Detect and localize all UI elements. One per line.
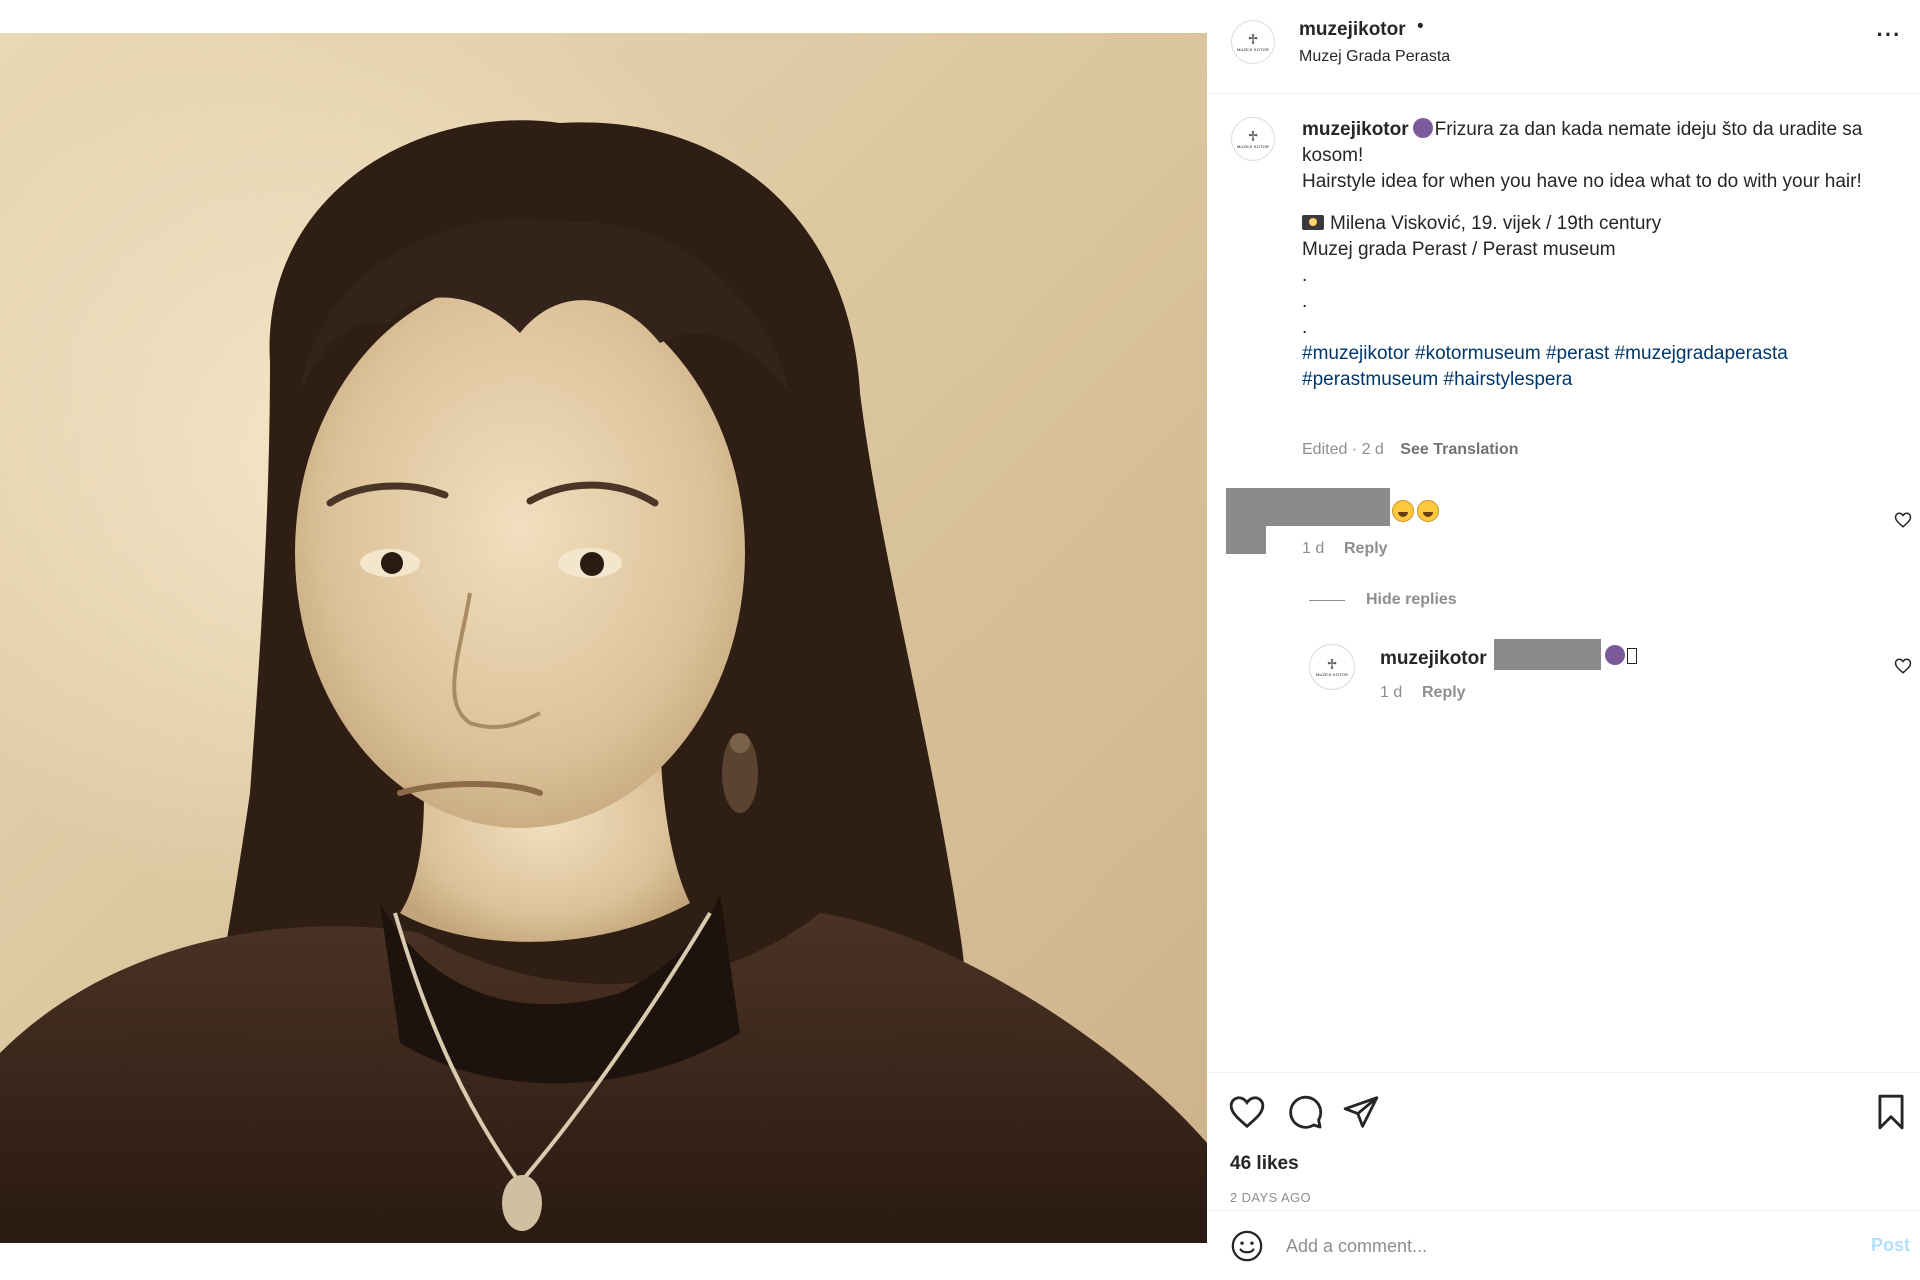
redacted-username	[1226, 488, 1390, 526]
caption-avatar[interactable]: ♱ MUZEJI KOTOR	[1231, 117, 1275, 161]
hashtag-link[interactable]: #perastmuseum	[1302, 369, 1438, 390]
caption-dot: .	[1302, 291, 1308, 312]
museum-logo-icon: ♱	[1247, 31, 1259, 48]
caption-meta: Edited · 2 d See Translation	[1302, 441, 1519, 459]
post-header: ♱ MUZEJI KOTOR muzejikotor • Muzej Grada…	[1208, 0, 1920, 94]
caption-edited-time: Edited · 2 d	[1302, 441, 1384, 458]
reply-reply-button[interactable]: Reply	[1422, 684, 1466, 702]
woman-tipping-hand-icon	[1605, 645, 1625, 665]
caption-line-2: Hairstyle idea for when you have no idea…	[1302, 171, 1862, 192]
hashtag-link[interactable]: #muzejikotor	[1302, 343, 1410, 364]
laughing-emoji-icon	[1417, 500, 1439, 522]
hashtag-link[interactable]: #kotormuseum	[1415, 343, 1541, 364]
comment-emojis	[1392, 500, 1442, 523]
redacted-mention	[1494, 639, 1601, 670]
add-comment-row: Post	[1208, 1210, 1920, 1280]
emoji-smiley-icon[interactable]	[1230, 1229, 1264, 1263]
reply-time: 1 d	[1380, 684, 1403, 701]
caption-line-4: Muzej grada Perast / Perast museum	[1302, 239, 1616, 260]
portrait-illustration	[0, 120, 1207, 1243]
hide-replies-line	[1309, 600, 1345, 601]
like-comment-heart-icon[interactable]	[1894, 511, 1912, 529]
museum-logo-icon: ♱	[1326, 656, 1338, 673]
more-options-button[interactable]: ···	[1872, 24, 1906, 50]
avatar-logo-text: MUZEJI KOTOR	[1315, 671, 1349, 677]
caption-username[interactable]: muzejikotor	[1302, 119, 1409, 140]
see-translation-button[interactable]: See Translation	[1400, 441, 1518, 458]
like-heart-icon[interactable]	[1228, 1093, 1266, 1131]
avatar-logo-text: MUZEJI KOTOR	[1236, 46, 1270, 52]
hashtag-link[interactable]: #perast	[1546, 343, 1609, 364]
post-side-panel: ♱ MUZEJI KOTOR muzejikotor • Muzej Grada…	[1208, 0, 1920, 1280]
reply-username[interactable]: muzejikotor	[1380, 648, 1487, 670]
add-comment-input[interactable]	[1286, 1229, 1806, 1263]
avatar-logo-text: MUZEJI KOTOR	[1236, 143, 1270, 149]
laughing-emoji-icon	[1392, 500, 1414, 522]
location-link[interactable]: Muzej Grada Perasta	[1299, 48, 1450, 66]
caption-dot: .	[1302, 317, 1308, 338]
post-time-ago: 2 DAYS AGO	[1230, 1190, 1312, 1205]
reply-avatar[interactable]: ♱ MUZEJI KOTOR	[1309, 644, 1355, 690]
author-username[interactable]: muzejikotor	[1299, 19, 1406, 41]
hide-replies-button[interactable]: Hide replies	[1366, 591, 1457, 609]
camera-icon	[1302, 215, 1324, 230]
likes-count[interactable]: 46 likes	[1230, 1153, 1299, 1175]
comment-reply-button[interactable]: Reply	[1344, 540, 1388, 558]
hashtag-link[interactable]: #hairstylespera	[1444, 369, 1573, 390]
share-paper-plane-icon[interactable]	[1342, 1093, 1380, 1131]
hashtag-link[interactable]: #muzejgradaperasta	[1615, 343, 1788, 364]
comment: 1 d Reply	[1208, 486, 1920, 566]
separator-dot: •	[1417, 16, 1424, 37]
caption-line-3: Milena Visković, 19. vijek / 19th centur…	[1330, 213, 1662, 234]
save-bookmark-icon[interactable]	[1872, 1093, 1910, 1131]
comment-time: 1 d	[1302, 540, 1325, 557]
museum-logo-icon: ♱	[1247, 128, 1259, 145]
reply-emojis	[1605, 645, 1637, 667]
woman-tipping-hand-icon	[1412, 118, 1433, 138]
like-reply-heart-icon[interactable]	[1894, 657, 1912, 675]
caption-dot: .	[1302, 265, 1308, 286]
comment-bubble-icon[interactable]	[1286, 1093, 1324, 1131]
post-comment-button[interactable]: Post	[1871, 1235, 1910, 1256]
missing-glyph-icon	[1627, 648, 1637, 664]
avatar[interactable]: ♱ MUZEJI KOTOR	[1231, 20, 1275, 64]
post-actions: 46 likes 2 DAYS AGO Post	[1208, 1072, 1920, 1280]
caption-text: muzejikotor Frizura za dan kada nemate id…	[1302, 117, 1892, 393]
post-image[interactable]	[0, 33, 1207, 1243]
